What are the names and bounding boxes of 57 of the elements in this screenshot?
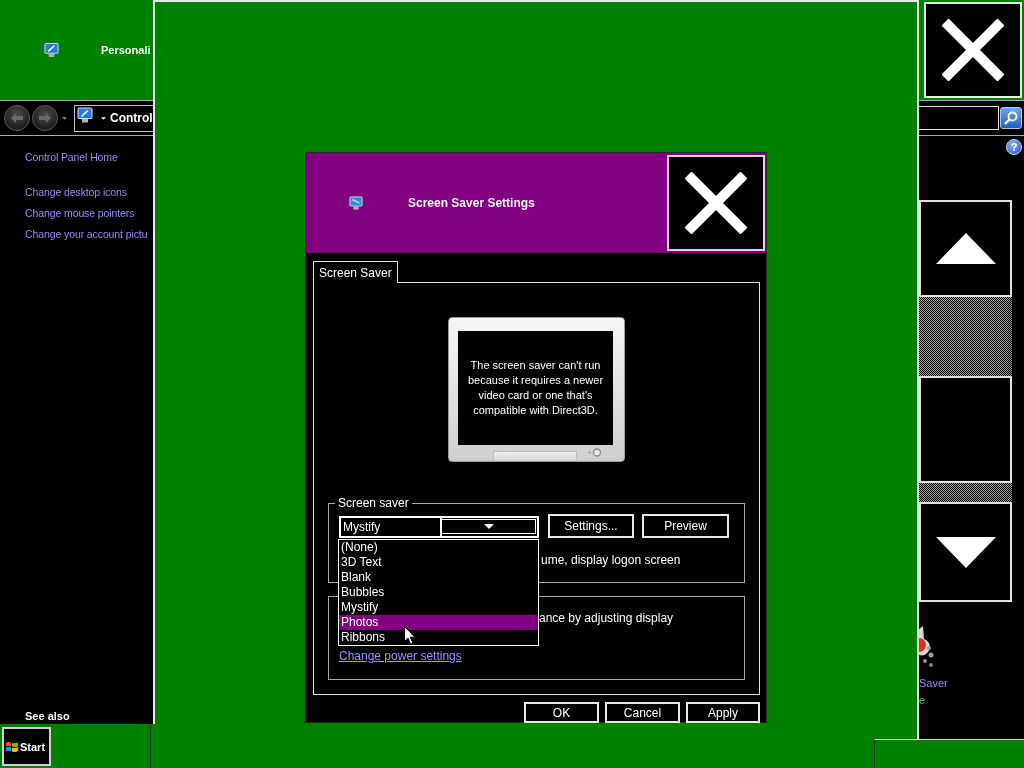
- scroll-up-button[interactable]: [919, 200, 1012, 297]
- dropdown-option[interactable]: Blank: [339, 570, 538, 585]
- group-button[interactable]: Settings...: [548, 514, 634, 538]
- search-icon: [1004, 111, 1018, 125]
- arrow-up-icon: [935, 233, 996, 264]
- caret-icon: [101, 116, 106, 120]
- caret-icon: [483, 524, 494, 529]
- arrow-down-icon: [935, 536, 996, 568]
- scrollbar-track[interactable]: [919, 297, 1012, 376]
- close-button[interactable]: [924, 2, 1022, 98]
- dialog-button[interactable]: Apply: [686, 702, 760, 723]
- caret-icon[interactable]: [62, 116, 67, 120]
- dropdown-option[interactable]: Photos: [339, 615, 538, 630]
- scroll-down-button[interactable]: [919, 502, 1012, 602]
- start-button[interactable]: Start: [2, 727, 51, 766]
- dropdown-option[interactable]: Bubbles: [339, 585, 538, 600]
- close-button[interactable]: [667, 155, 765, 251]
- forward-button[interactable]: [32, 105, 58, 131]
- tab[interactable]: Screen Saver: [313, 261, 398, 283]
- dropdown-option[interactable]: (None): [339, 540, 538, 555]
- address-field[interactable]: Control: [74, 104, 153, 132]
- monitor-icon: [77, 107, 93, 123]
- scrollbar-thumb[interactable]: [919, 376, 1012, 483]
- power-light-icon: [588, 448, 602, 457]
- content-link[interactable]: Saver: [919, 676, 948, 691]
- sidebar-link[interactable]: Change mouse pointers: [25, 203, 135, 224]
- section-heading: See also: [25, 710, 70, 723]
- power-text: ance by adjusting display: [539, 611, 674, 626]
- group-button[interactable]: Preview: [642, 514, 729, 538]
- dropdown-button[interactable]: [442, 519, 536, 534]
- content-text: e: [919, 693, 926, 708]
- sidebar-link[interactable]: Control Panel Home: [25, 147, 118, 168]
- monitor-icon: [349, 195, 363, 211]
- bubbles-icon[interactable]: [919, 625, 936, 668]
- dropdown-option[interactable]: 3D Text: [339, 555, 538, 570]
- search-button[interactable]: [1000, 107, 1022, 129]
- scrollbar-track[interactable]: [919, 483, 1012, 502]
- screensaver-dropdown[interactable]: Mystify: [339, 516, 539, 538]
- dropdown-option[interactable]: Ribbons: [339, 630, 538, 645]
- dialog-title: Screen Saver Settings: [408, 196, 535, 210]
- dialog-button[interactable]: OK: [524, 702, 599, 723]
- checkbox-label: ume, display logon screen: [541, 553, 681, 568]
- close-icon: [685, 172, 747, 234]
- dropdown-option[interactable]: Mystify: [339, 600, 538, 615]
- close-icon: [942, 19, 1004, 81]
- search-field[interactable]: [919, 106, 999, 130]
- sidebar-link[interactable]: Change your account pictu: [25, 224, 148, 245]
- back-button[interactable]: [4, 105, 30, 131]
- window-title: Personali: [101, 44, 151, 56]
- power-settings-link[interactable]: Change power settings: [339, 649, 462, 664]
- arrow-right-icon: [39, 113, 51, 123]
- monitor-icon: [44, 42, 59, 58]
- preview-message: The screen saver can't run because it requires a newer video card or one that's compatible with Direct3D.: [466, 358, 605, 418]
- flag-icon: [5, 739, 19, 754]
- arrow-left-icon: [11, 113, 23, 123]
- sidebar-link[interactable]: Change desktop icons: [25, 182, 127, 203]
- dialog-button[interactable]: Cancel: [605, 702, 680, 723]
